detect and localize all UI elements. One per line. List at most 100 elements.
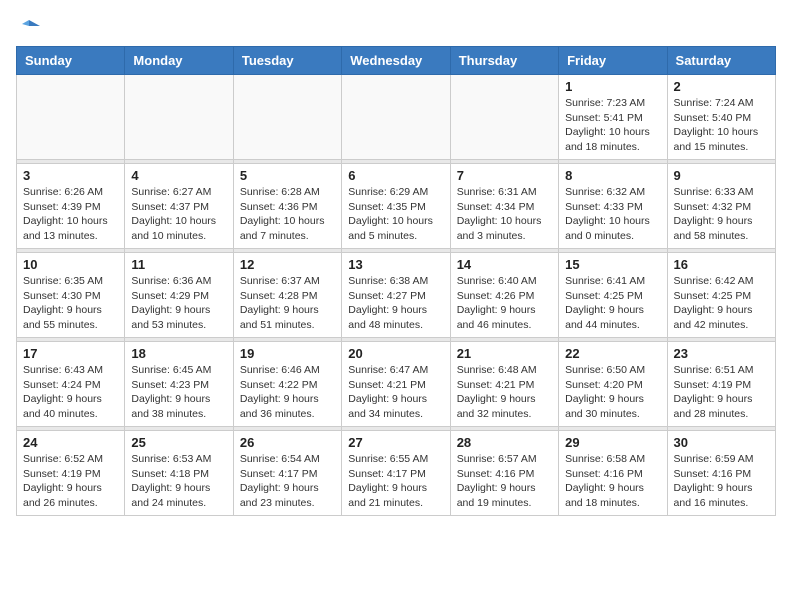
day-number: 10: [23, 257, 118, 272]
day-info: Sunrise: 6:59 AM Sunset: 4:16 PM Dayligh…: [674, 452, 769, 511]
calendar-cell: 18 Sunrise: 6:45 AM Sunset: 4:23 PM Dayli…: [125, 342, 233, 427]
calendar-header-tuesday: Tuesday: [233, 47, 341, 75]
calendar-cell: 22 Sunrise: 6:50 AM Sunset: 4:20 PM Dayli…: [559, 342, 667, 427]
calendar-cell: 1 Sunrise: 7:23 AM Sunset: 5:41 PM Daylig…: [559, 75, 667, 160]
day-info: Sunrise: 6:42 AM Sunset: 4:25 PM Dayligh…: [674, 274, 769, 333]
calendar-cell: 16 Sunrise: 6:42 AM Sunset: 4:25 PM Dayli…: [667, 253, 775, 338]
calendar-cell: [17, 75, 125, 160]
day-number: 23: [674, 346, 769, 361]
day-number: 11: [131, 257, 226, 272]
day-number: 26: [240, 435, 335, 450]
day-info: Sunrise: 7:24 AM Sunset: 5:40 PM Dayligh…: [674, 96, 769, 155]
day-number: 29: [565, 435, 660, 450]
day-info: Sunrise: 6:27 AM Sunset: 4:37 PM Dayligh…: [131, 185, 226, 244]
calendar-header-row: SundayMondayTuesdayWednesdayThursdayFrid…: [17, 47, 776, 75]
calendar-cell: 6 Sunrise: 6:29 AM Sunset: 4:35 PM Daylig…: [342, 164, 450, 249]
calendar-cell: 20 Sunrise: 6:47 AM Sunset: 4:21 PM Dayli…: [342, 342, 450, 427]
day-info: Sunrise: 6:41 AM Sunset: 4:25 PM Dayligh…: [565, 274, 660, 333]
calendar-cell: 12 Sunrise: 6:37 AM Sunset: 4:28 PM Dayli…: [233, 253, 341, 338]
day-info: Sunrise: 6:57 AM Sunset: 4:16 PM Dayligh…: [457, 452, 552, 511]
day-number: 4: [131, 168, 226, 183]
day-number: 9: [674, 168, 769, 183]
day-info: Sunrise: 6:51 AM Sunset: 4:19 PM Dayligh…: [674, 363, 769, 422]
calendar-header-sunday: Sunday: [17, 47, 125, 75]
day-number: 18: [131, 346, 226, 361]
day-number: 19: [240, 346, 335, 361]
page-header: [16, 16, 776, 38]
calendar-cell: 5 Sunrise: 6:28 AM Sunset: 4:36 PM Daylig…: [233, 164, 341, 249]
calendar-cell: 7Sunrise: 6:31 AM Sunset: 4:34 PM Daylig…: [450, 164, 558, 249]
day-number: 13: [348, 257, 443, 272]
day-info: Sunrise: 6:33 AM Sunset: 4:32 PM Dayligh…: [674, 185, 769, 244]
calendar-cell: 13 Sunrise: 6:38 AM Sunset: 4:27 PM Dayli…: [342, 253, 450, 338]
calendar-cell: 4 Sunrise: 6:27 AM Sunset: 4:37 PM Daylig…: [125, 164, 233, 249]
day-info: Sunrise: 6:53 AM Sunset: 4:18 PM Dayligh…: [131, 452, 226, 511]
calendar-cell: 28 Sunrise: 6:57 AM Sunset: 4:16 PM Dayli…: [450, 431, 558, 516]
calendar-cell: 19 Sunrise: 6:46 AM Sunset: 4:22 PM Dayli…: [233, 342, 341, 427]
calendar-cell: 15Sunrise: 6:41 AM Sunset: 4:25 PM Dayli…: [559, 253, 667, 338]
calendar-cell: 21Sunrise: 6:48 AM Sunset: 4:21 PM Dayli…: [450, 342, 558, 427]
calendar-cell: 9 Sunrise: 6:33 AM Sunset: 4:32 PM Daylig…: [667, 164, 775, 249]
day-info: Sunrise: 6:47 AM Sunset: 4:21 PM Dayligh…: [348, 363, 443, 422]
day-info: Sunrise: 6:26 AM Sunset: 4:39 PM Dayligh…: [23, 185, 118, 244]
calendar-week-row: 1 Sunrise: 7:23 AM Sunset: 5:41 PM Daylig…: [17, 75, 776, 160]
calendar-cell: 2Sunrise: 7:24 AM Sunset: 5:40 PM Daylig…: [667, 75, 775, 160]
calendar-week-row: 24Sunrise: 6:52 AM Sunset: 4:19 PM Dayli…: [17, 431, 776, 516]
calendar-header-friday: Friday: [559, 47, 667, 75]
day-number: 16: [674, 257, 769, 272]
calendar-cell: [450, 75, 558, 160]
day-number: 27: [348, 435, 443, 450]
calendar-cell: 11 Sunrise: 6:36 AM Sunset: 4:29 PM Dayli…: [125, 253, 233, 338]
day-number: 7: [457, 168, 552, 183]
day-number: 5: [240, 168, 335, 183]
calendar-cell: 8Sunrise: 6:32 AM Sunset: 4:33 PM Daylig…: [559, 164, 667, 249]
day-number: 1: [565, 79, 660, 94]
calendar-cell: 25 Sunrise: 6:53 AM Sunset: 4:18 PM Dayli…: [125, 431, 233, 516]
day-number: 28: [457, 435, 552, 450]
day-info: Sunrise: 6:38 AM Sunset: 4:27 PM Dayligh…: [348, 274, 443, 333]
day-info: Sunrise: 6:54 AM Sunset: 4:17 PM Dayligh…: [240, 452, 335, 511]
day-number: 20: [348, 346, 443, 361]
calendar-cell: 3 Sunrise: 6:26 AM Sunset: 4:39 PM Daylig…: [17, 164, 125, 249]
day-info: Sunrise: 6:29 AM Sunset: 4:35 PM Dayligh…: [348, 185, 443, 244]
day-info: Sunrise: 6:55 AM Sunset: 4:17 PM Dayligh…: [348, 452, 443, 511]
calendar-cell: 27 Sunrise: 6:55 AM Sunset: 4:17 PM Dayli…: [342, 431, 450, 516]
day-number: 8: [565, 168, 660, 183]
calendar-cell: 23 Sunrise: 6:51 AM Sunset: 4:19 PM Dayli…: [667, 342, 775, 427]
day-info: Sunrise: 7:23 AM Sunset: 5:41 PM Dayligh…: [565, 96, 660, 155]
day-info: Sunrise: 6:36 AM Sunset: 4:29 PM Dayligh…: [131, 274, 226, 333]
day-info: Sunrise: 6:45 AM Sunset: 4:23 PM Dayligh…: [131, 363, 226, 422]
calendar-header-monday: Monday: [125, 47, 233, 75]
calendar-cell: 10 Sunrise: 6:35 AM Sunset: 4:30 PM Dayli…: [17, 253, 125, 338]
calendar-week-row: 10 Sunrise: 6:35 AM Sunset: 4:30 PM Dayli…: [17, 253, 776, 338]
day-number: 6: [348, 168, 443, 183]
day-number: 12: [240, 257, 335, 272]
calendar-header-wednesday: Wednesday: [342, 47, 450, 75]
day-info: Sunrise: 6:35 AM Sunset: 4:30 PM Dayligh…: [23, 274, 118, 333]
calendar-cell: 26 Sunrise: 6:54 AM Sunset: 4:17 PM Dayli…: [233, 431, 341, 516]
calendar-cell: 24Sunrise: 6:52 AM Sunset: 4:19 PM Dayli…: [17, 431, 125, 516]
calendar-table: SundayMondayTuesdayWednesdayThursdayFrid…: [16, 46, 776, 516]
calendar-header-thursday: Thursday: [450, 47, 558, 75]
day-number: 3: [23, 168, 118, 183]
day-number: 17: [23, 346, 118, 361]
day-number: 25: [131, 435, 226, 450]
calendar-cell: 14 Sunrise: 6:40 AM Sunset: 4:26 PM Dayli…: [450, 253, 558, 338]
day-info: Sunrise: 6:46 AM Sunset: 4:22 PM Dayligh…: [240, 363, 335, 422]
calendar-cell: [342, 75, 450, 160]
day-number: 30: [674, 435, 769, 450]
day-info: Sunrise: 6:28 AM Sunset: 4:36 PM Dayligh…: [240, 185, 335, 244]
day-number: 24: [23, 435, 118, 450]
calendar-cell: 30 Sunrise: 6:59 AM Sunset: 4:16 PM Dayli…: [667, 431, 775, 516]
day-info: Sunrise: 6:43 AM Sunset: 4:24 PM Dayligh…: [23, 363, 118, 422]
logo: [16, 16, 40, 38]
day-number: 14: [457, 257, 552, 272]
day-info: Sunrise: 6:50 AM Sunset: 4:20 PM Dayligh…: [565, 363, 660, 422]
calendar-cell: [125, 75, 233, 160]
day-info: Sunrise: 6:40 AM Sunset: 4:26 PM Dayligh…: [457, 274, 552, 333]
day-info: Sunrise: 6:58 AM Sunset: 4:16 PM Dayligh…: [565, 452, 660, 511]
calendar-header-saturday: Saturday: [667, 47, 775, 75]
day-info: Sunrise: 6:37 AM Sunset: 4:28 PM Dayligh…: [240, 274, 335, 333]
logo-bird-icon: [18, 16, 40, 38]
day-number: 22: [565, 346, 660, 361]
